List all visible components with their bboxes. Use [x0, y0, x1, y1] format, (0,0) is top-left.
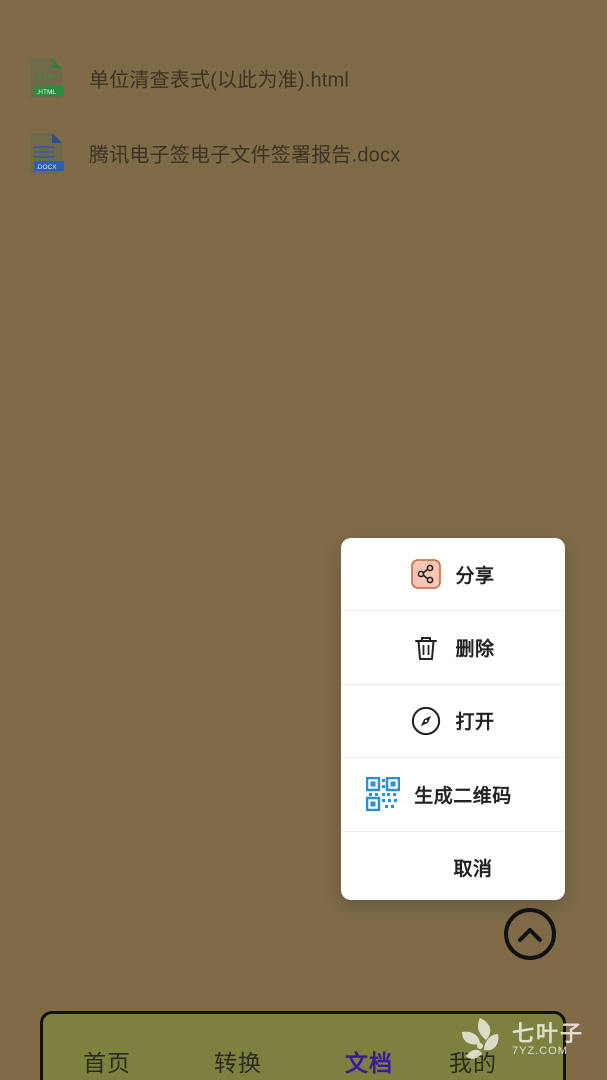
chevron-up-icon: [518, 928, 542, 942]
file-row[interactable]: .DOCX 腾讯电子签电子文件签署报告.docx: [0, 115, 607, 190]
delete-button[interactable]: 删除: [341, 611, 565, 685]
trash-icon: [411, 633, 441, 663]
share-label: 分享: [455, 565, 495, 587]
qrcode-label: 生成二维码: [414, 785, 512, 807]
qrcode-icon: [366, 777, 401, 812]
cancel-label: 取消: [453, 859, 493, 881]
generate-qrcode-button[interactable]: 生成二维码: [341, 758, 565, 832]
delete-label: 删除: [455, 639, 495, 661]
svg-text:</>: </>: [37, 73, 54, 83]
file-name: 腾讯电子签电子文件签署报告.docx: [89, 144, 401, 166]
watermark-site: 7YZ.COM: [512, 1045, 568, 1057]
cancel-button[interactable]: 取消: [341, 832, 565, 900]
docx-file-icon: .DOCX: [30, 132, 64, 173]
file-row[interactable]: </> .HTML 单位清查表式(以此为准).html: [0, 40, 607, 115]
tab-docs[interactable]: 文档: [345, 1044, 393, 1078]
html-file-icon: </> .HTML: [30, 57, 64, 98]
screen: </> .HTML 单位清查表式(以此为准).html .DOCX 腾讯电子签电…: [0, 0, 607, 1080]
share-icon: [411, 559, 442, 589]
tab-home[interactable]: 首页: [83, 1044, 131, 1078]
file-list: </> .HTML 单位清查表式(以此为准).html .DOCX 腾讯电子签电…: [0, 40, 607, 190]
open-button[interactable]: 打开: [341, 685, 565, 759]
compass-icon: [411, 706, 441, 736]
watermark: 七叶子 7YZ.COM: [452, 1012, 602, 1072]
scroll-to-top-button[interactable]: [504, 908, 556, 960]
open-label: 打开: [455, 712, 495, 734]
leaf-logo-icon: [462, 1018, 499, 1059]
file-badge: .HTML: [37, 89, 57, 96]
file-badge: .DOCX: [36, 164, 57, 171]
share-button[interactable]: 分享: [341, 538, 565, 612]
file-name: 单位清查表式(以此为准).html: [89, 69, 350, 91]
action-menu: 分享 删除 打开 生成二维码 取消: [341, 538, 565, 900]
watermark-name: 七叶子: [512, 1021, 585, 1046]
tab-convert[interactable]: 转换: [214, 1044, 262, 1078]
